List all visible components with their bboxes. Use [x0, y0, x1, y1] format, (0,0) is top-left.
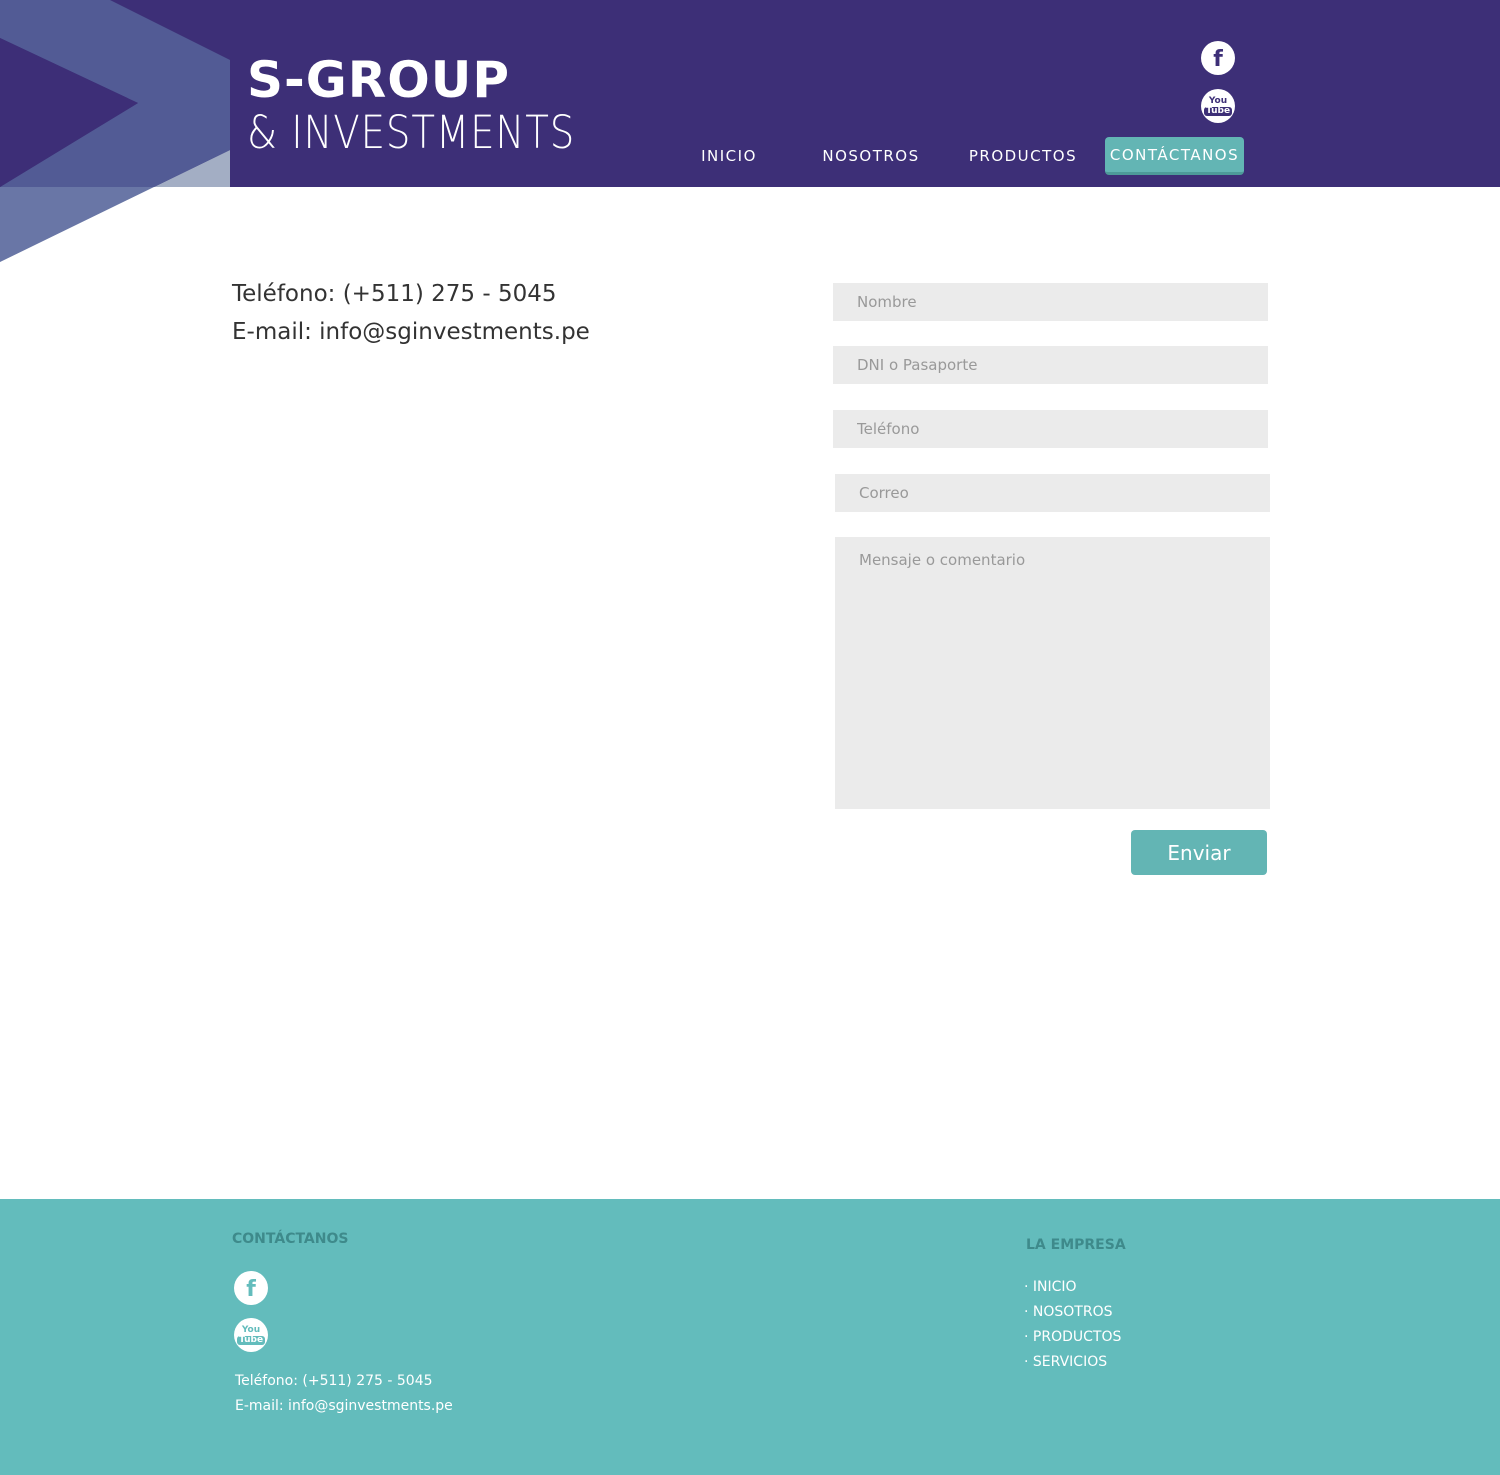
- enviar-button[interactable]: Enviar: [1131, 830, 1267, 875]
- correo-input[interactable]: [835, 474, 1270, 512]
- nav-nosotros[interactable]: NOSOTROS: [818, 137, 924, 175]
- mensaje-textarea[interactable]: [835, 537, 1270, 809]
- brand-logo[interactable]: S-GROUP & INVESTMENTS: [247, 52, 629, 158]
- nombre-input[interactable]: [833, 283, 1268, 321]
- facebook-icon: f: [246, 1276, 256, 1302]
- footer-link-inicio[interactable]: · INICIO: [1024, 1279, 1077, 1295]
- footer-contact-title: CONTÁCTANOS: [232, 1231, 349, 1247]
- nav-inicio[interactable]: INICIO: [690, 137, 768, 175]
- contact-phone: Teléfono: (+511) 275 - 5045: [232, 281, 557, 307]
- youtube-icon: You Tube: [1203, 95, 1233, 116]
- footer-link-servicios[interactable]: · SERVICIOS: [1024, 1354, 1107, 1370]
- nav-productos[interactable]: PRODUCTOS: [965, 137, 1081, 175]
- footer-email[interactable]: E-mail: info@sginvestments.pe: [235, 1398, 453, 1414]
- footer-phone: Teléfono: (+511) 275 - 5045: [235, 1373, 433, 1389]
- telefono-input[interactable]: [833, 410, 1268, 448]
- logo-line-2: & INVESTMENTS: [247, 106, 576, 159]
- footer-link-nosotros[interactable]: · NOSOTROS: [1024, 1304, 1112, 1320]
- contact-email[interactable]: E-mail: info@sginvestments.pe: [232, 319, 590, 345]
- header-facebook-link[interactable]: f: [1201, 41, 1235, 75]
- footer-youtube-link[interactable]: You Tube: [234, 1318, 268, 1352]
- youtube-icon: You Tube: [236, 1324, 266, 1345]
- site-footer: [0, 1199, 1500, 1475]
- footer-link-productos[interactable]: · PRODUCTOS: [1024, 1329, 1121, 1345]
- facebook-icon: f: [1213, 46, 1223, 72]
- footer-facebook-link[interactable]: f: [234, 1271, 268, 1305]
- nav-contactanos[interactable]: CONTÁCTANOS: [1105, 137, 1244, 175]
- footer-company-title: LA EMPRESA: [1026, 1237, 1126, 1253]
- logo-line-1: S-GROUP: [247, 51, 511, 109]
- header-youtube-link[interactable]: You Tube: [1201, 89, 1235, 123]
- dni-input[interactable]: [833, 346, 1268, 384]
